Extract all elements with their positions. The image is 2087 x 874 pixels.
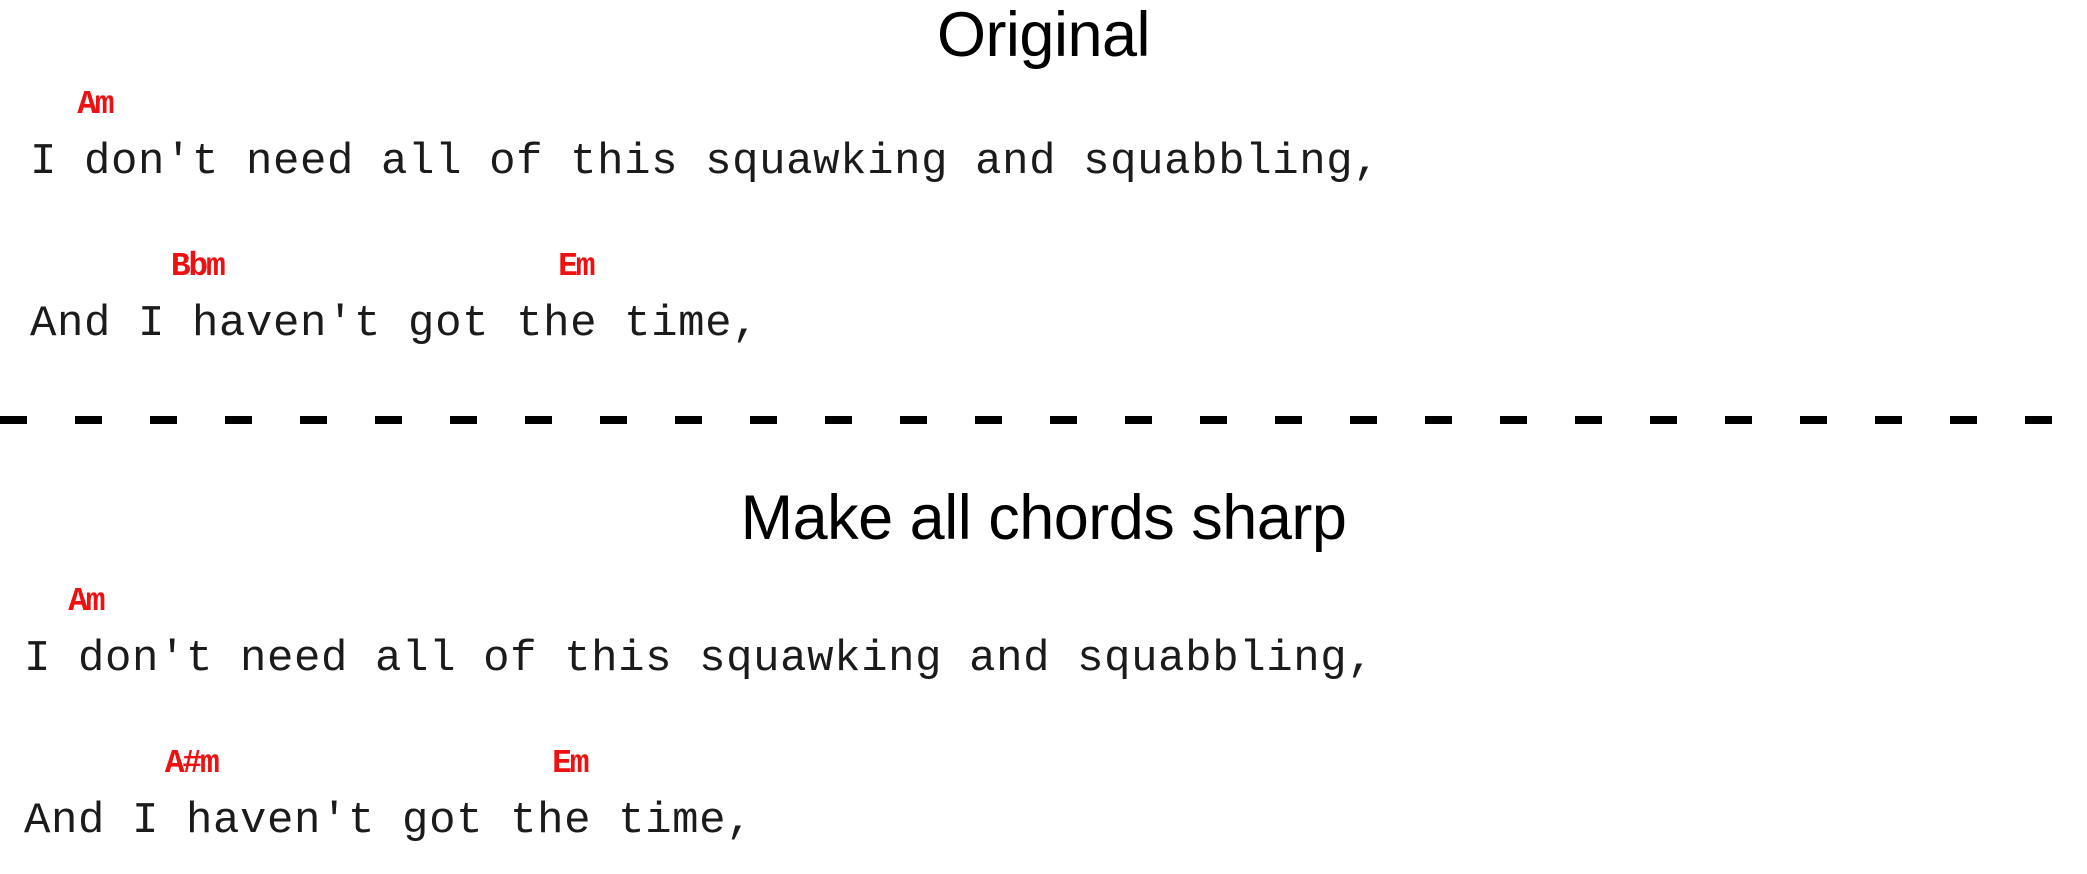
lyric-line-sharp-1: I don't need all of this squawking and s… (24, 634, 1375, 684)
chord-sheet-page: Original Am I don't need all of this squ… (0, 0, 2087, 874)
section-divider (0, 416, 2087, 424)
chord-line-sharp-1: Am (33, 583, 105, 620)
chordsheet-sharp: Am I don't need all of this squawking an… (0, 437, 2087, 843)
lyric-line-sharp-2: And I haven't got the time, (24, 796, 754, 846)
lyric-line-original-1: I don't need all of this squawking and s… (30, 137, 1381, 187)
section-sharp: Make all chords sharp Am I don't need al… (0, 437, 2087, 874)
chord-line-sharp-2: A#m Em (24, 745, 590, 782)
chord-line-original-2: Bbm Em (30, 248, 596, 285)
chord-line-original-1: Am (42, 86, 114, 123)
chordsheet-original: Am I don't need all of this squawking an… (0, 0, 2087, 346)
lyric-line-original-2: And I haven't got the time, (30, 299, 760, 349)
section-original: Original Am I don't need all of this squ… (0, 0, 2087, 420)
